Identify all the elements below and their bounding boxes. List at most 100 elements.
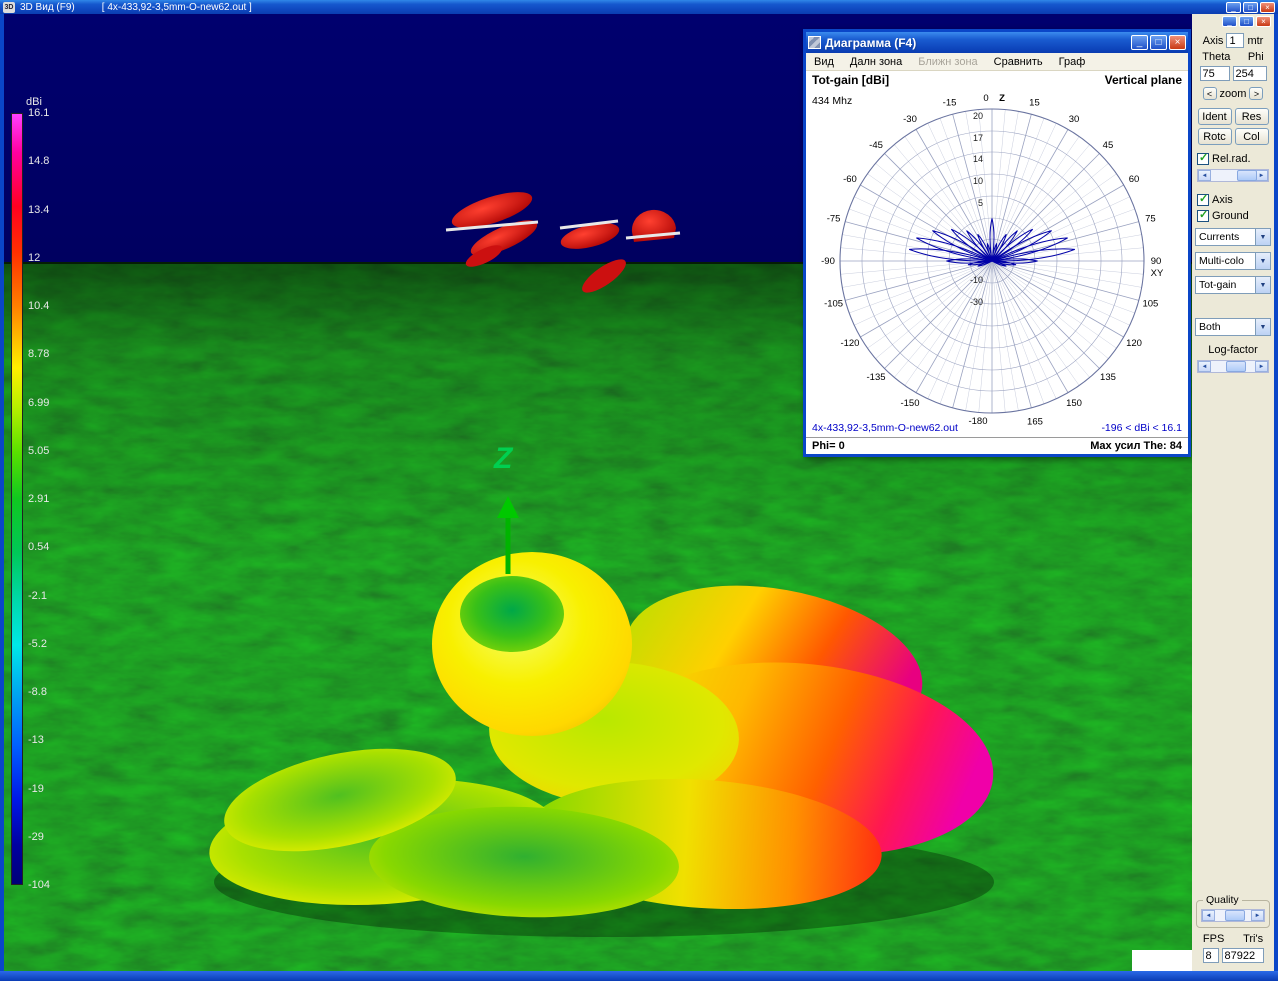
menu-item[interactable]: Сравнить: [986, 55, 1051, 69]
checkbox-icon: [1197, 194, 1209, 206]
child-close-button[interactable]: ×: [1256, 16, 1271, 27]
plot-tick-label: 0: [983, 93, 988, 104]
chevron-down-icon[interactable]: [1255, 229, 1270, 245]
colorbar-tick: 16.1: [28, 107, 50, 119]
chevron-down-icon[interactable]: [1255, 319, 1270, 335]
colorbar-tick: 5.05: [28, 445, 50, 457]
colorbar-tick: 6.99: [28, 397, 50, 409]
colorbar-labels: 16.114.813.41210.48.786.995.052.910.54-2…: [28, 107, 50, 891]
close-button[interactable]: ×: [1260, 2, 1275, 13]
ground-checkbox[interactable]: Ground: [1197, 210, 1249, 222]
fps-tris-labels: FPS Tri's: [1195, 933, 1271, 945]
maximize-button[interactable]: □: [1243, 2, 1258, 13]
slider-track[interactable]: [1211, 170, 1255, 181]
plot-tick-label: -105: [824, 298, 843, 309]
child-window-buttons: _ □ ×: [1222, 16, 1271, 27]
main-titlebar[interactable]: 3D 3D Вид (F9) [ 4x-433,92-3,5mm-O-new62…: [0, 0, 1278, 14]
diagram-close-button[interactable]: ×: [1169, 35, 1186, 50]
slider-track[interactable]: [1215, 910, 1251, 921]
plot-tick-label: 30: [1069, 114, 1080, 125]
colorbar-gradient: [11, 113, 23, 885]
colorbar-tick: -5.2: [28, 638, 50, 650]
window-frame-left: [0, 14, 4, 971]
zoom-in-button[interactable]: >: [1249, 87, 1263, 100]
control-panel: _ □ × Axis mtr Theta Phi < zoom > Ident …: [1192, 14, 1274, 971]
both-dropdown-value: Both: [1196, 319, 1255, 335]
diagram-titlebar[interactable]: Диаграмма (F4) _ □ ×: [806, 32, 1188, 53]
fps-value: [1203, 948, 1219, 963]
plot-tick-label: 90: [1151, 256, 1162, 267]
zoom-out-button[interactable]: <: [1203, 87, 1217, 100]
axis-checkbox-label: Axis: [1212, 194, 1233, 206]
window-frame-bottom: [0, 971, 1278, 981]
colorbar: dBi 16.114.813.41210.48.786.995.052.910.…: [7, 96, 69, 906]
axis-length-label: Axis: [1203, 35, 1224, 47]
chevron-down-icon[interactable]: [1255, 253, 1270, 269]
colorbar-tick: 0.54: [28, 541, 50, 553]
relrad-checkbox[interactable]: Rel.rad.: [1197, 153, 1251, 165]
colorbar-tick: -29: [28, 831, 50, 843]
slider-thumb[interactable]: [1237, 170, 1257, 181]
log-factor-label: Log-factor: [1208, 344, 1258, 356]
arrow-right-icon[interactable]: [1255, 361, 1268, 372]
theta-input[interactable]: [1200, 66, 1230, 81]
menu-item[interactable]: Граф: [1051, 55, 1094, 69]
viewport-3d[interactable]: Z dBi 16.114.813.41210.48.786.995.052.91…: [4, 14, 1192, 971]
ident-res-row: Ident Res: [1195, 108, 1271, 125]
phi-input[interactable]: [1233, 66, 1267, 81]
window-title: 3D Вид (F9): [20, 2, 75, 13]
diagram-window-buttons: _ □ ×: [1131, 35, 1186, 50]
chevron-down-icon[interactable]: [1255, 277, 1270, 293]
arrow-left-icon[interactable]: [1198, 170, 1211, 181]
plot-tick-label: 20: [973, 111, 983, 121]
currents-dropdown[interactable]: Currents: [1195, 228, 1271, 246]
axis-checkbox[interactable]: Axis: [1197, 194, 1233, 206]
menu-item[interactable]: Вид: [806, 55, 842, 69]
slider-thumb[interactable]: [1226, 361, 1246, 372]
axis-length-input[interactable]: [1226, 33, 1244, 48]
colorbar-tick: 2.91: [28, 493, 50, 505]
colorbar-tick: 10.4: [28, 300, 50, 312]
ident-button[interactable]: Ident: [1198, 108, 1232, 125]
plot-tick-label: 150: [1066, 398, 1082, 409]
plot-tick-label: 15: [1029, 98, 1040, 109]
diagram-minimize-button[interactable]: _: [1131, 35, 1148, 50]
totgain-dropdown[interactable]: Tot-gain: [1195, 276, 1271, 294]
res-button[interactable]: Res: [1235, 108, 1269, 125]
child-minimize-button[interactable]: _: [1222, 16, 1237, 27]
minimize-button[interactable]: _: [1226, 2, 1241, 13]
arrow-left-icon[interactable]: [1198, 361, 1211, 372]
child-restore-button[interactable]: □: [1239, 16, 1254, 27]
totgain-dropdown-value: Tot-gain: [1196, 277, 1255, 293]
logfactor-scrollbar[interactable]: [1197, 360, 1269, 373]
plot-tick-label: -120: [840, 338, 859, 349]
rotc-button[interactable]: Rotc: [1198, 128, 1232, 145]
both-dropdown[interactable]: Both: [1195, 318, 1271, 336]
diagram-maximize-button[interactable]: □: [1150, 35, 1167, 50]
plot-tick-label: 14: [973, 154, 983, 164]
theta-label: Theta: [1202, 51, 1230, 63]
diagram-menubar: ВидДалн зонаБлижн зонаСравнитьГраф: [806, 53, 1188, 71]
multicolor-dropdown[interactable]: Multi-colo: [1195, 252, 1271, 270]
plot-tick-label: -180: [968, 416, 987, 427]
plot-tick-label: 45: [1103, 140, 1114, 151]
arrow-right-icon[interactable]: [1255, 170, 1268, 181]
diagram-window: Диаграмма (F4) _ □ × ВидДалн зонаБлижн з…: [803, 29, 1191, 457]
relrad-scrollbar[interactable]: [1197, 169, 1269, 182]
slider-thumb[interactable]: [1225, 910, 1245, 921]
plot-tick-label: -60: [843, 174, 857, 185]
colorbar-tick: 12: [28, 252, 50, 264]
relrad-label: Rel.rad.: [1212, 153, 1251, 165]
colorbar-tick: 13.4: [28, 204, 50, 216]
polar-plot-area: 153045607590105120135150-15-30-45-60-75-…: [806, 71, 1188, 454]
menu-item[interactable]: Далн зона: [842, 55, 910, 69]
quality-scrollbar[interactable]: [1201, 909, 1265, 922]
plot-tick-label: -15: [943, 98, 957, 109]
plot-tick-label: -10: [970, 275, 983, 285]
arrow-left-icon[interactable]: [1202, 910, 1215, 921]
arrow-right-icon[interactable]: [1251, 910, 1264, 921]
slider-track[interactable]: [1211, 361, 1255, 372]
theta-phi-values: [1195, 66, 1271, 81]
plot-tick-label: -45: [869, 140, 883, 151]
col-button[interactable]: Col: [1235, 128, 1269, 145]
